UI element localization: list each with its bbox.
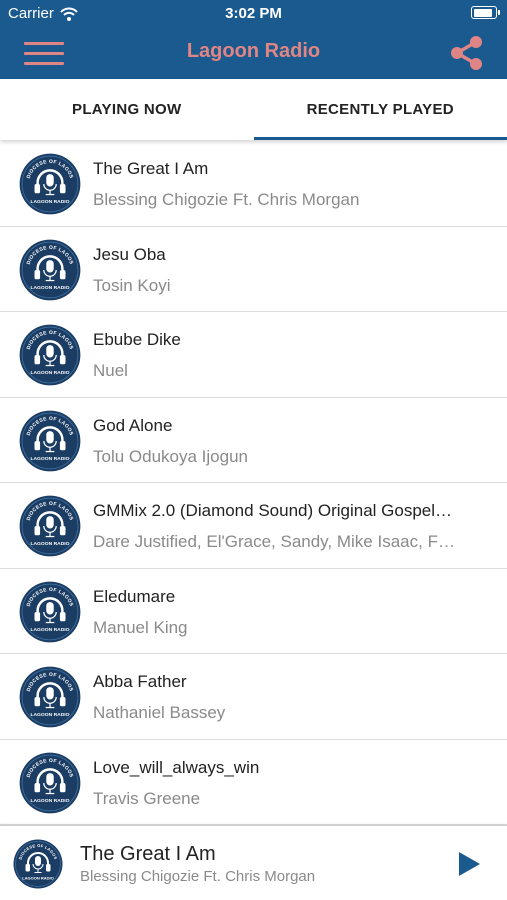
track-title: Eledumare bbox=[93, 586, 176, 606]
station-logo-icon bbox=[19, 495, 81, 557]
station-logo-icon bbox=[13, 839, 63, 889]
track-title: Abba Father bbox=[93, 672, 187, 691]
list-item[interactable]: GMMix 2.0 (Diamond Sound) Original Gospe… bbox=[0, 483, 507, 569]
nav-bar: Lagoon Radio bbox=[0, 28, 507, 79]
now-playing-artist: Blessing Chigozie Ft. Chris Morgan bbox=[80, 868, 316, 885]
track-artist: Tosin Koyi bbox=[93, 275, 171, 295]
list-item[interactable]: Love_will_always_win Travis Greene bbox=[0, 740, 507, 825]
battery-icon bbox=[471, 6, 500, 19]
station-logo-icon bbox=[19, 666, 81, 728]
list-item[interactable]: Ebube Dike Nuel bbox=[0, 312, 507, 398]
track-title: GMMix 2.0 (Diamond Sound) Original Gospe… bbox=[93, 501, 453, 520]
list-item[interactable]: God Alone Tolu Odukoya Ijogun bbox=[0, 398, 507, 483]
track-title: God Alone bbox=[93, 415, 173, 435]
list-item[interactable]: Jesu Oba Tosin Koyi bbox=[0, 227, 507, 312]
status-bar: Carrier 3:02 PM bbox=[0, 0, 507, 28]
now-playing-bar[interactable]: The Great I Am Blessing Chigozie Ft. Chr… bbox=[0, 825, 507, 900]
track-artist: Blessing Chigozie Ft. Chris Morgan bbox=[93, 190, 360, 209]
station-logo-icon bbox=[19, 324, 81, 386]
tab-recently-played[interactable]: RECENTLY PLAYED bbox=[253, 79, 507, 140]
station-logo-icon bbox=[19, 410, 81, 472]
list-item[interactable]: Eledumare Manuel King bbox=[0, 569, 507, 654]
station-logo-icon bbox=[19, 153, 81, 215]
track-title: Love_will_always_win bbox=[93, 757, 260, 777]
recently-played-list: The Great I Am Blessing Chigozie Ft. Chr… bbox=[0, 141, 507, 825]
play-icon[interactable] bbox=[457, 851, 481, 877]
track-title: Jesu Oba bbox=[93, 244, 166, 264]
track-title: Ebube Dike bbox=[93, 330, 181, 349]
tab-bar: PLAYING NOW RECENTLY PLAYED bbox=[0, 79, 507, 140]
app-screen: Carrier 3:02 PM Lagoon Radio PLAYING NOW… bbox=[0, 0, 507, 900]
station-logo-icon bbox=[19, 239, 81, 301]
tab-label: RECENTLY PLAYED bbox=[306, 101, 454, 118]
list-item[interactable]: Abba Father Nathaniel Bassey bbox=[0, 654, 507, 740]
share-icon[interactable] bbox=[447, 34, 485, 72]
station-logo-icon bbox=[19, 752, 81, 814]
track-artist: Nathaniel Bassey bbox=[93, 703, 226, 722]
app-header: Carrier 3:02 PM Lagoon Radio bbox=[0, 0, 507, 79]
tab-playing-now[interactable]: PLAYING NOW bbox=[0, 79, 254, 140]
app-title: Lagoon Radio bbox=[186, 40, 321, 62]
status-time: 3:02 PM bbox=[225, 5, 282, 22]
station-logo-icon bbox=[19, 581, 81, 643]
track-artist: Tolu Odukoya Ijogun bbox=[93, 446, 248, 466]
track-artist: Nuel bbox=[93, 361, 128, 380]
now-playing-title: The Great I Am bbox=[80, 843, 216, 865]
list-item[interactable]: The Great I Am Blessing Chigozie Ft. Chr… bbox=[0, 141, 507, 227]
tab-label: PLAYING NOW bbox=[72, 101, 182, 118]
track-title: The Great I Am bbox=[93, 159, 209, 178]
track-artist: Manuel King bbox=[93, 617, 188, 637]
track-artist: Travis Greene bbox=[93, 788, 201, 808]
track-artist: Dare Justified, El'Grace, Sandy, Mike Is… bbox=[93, 532, 455, 551]
